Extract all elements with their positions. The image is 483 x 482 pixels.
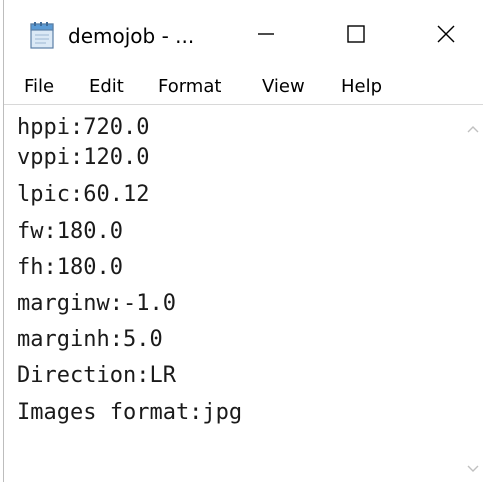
maximize-button[interactable] — [334, 14, 378, 58]
title-bar[interactable]: demojob - ... — [4, 0, 483, 70]
scroll-down-arrow-icon[interactable] — [467, 459, 479, 472]
menu-edit[interactable]: Edit — [89, 70, 124, 104]
close-icon — [436, 24, 456, 48]
scroll-up-arrow-icon[interactable] — [467, 119, 479, 133]
editor-line-marginh: marginh:5.0 — [17, 327, 163, 352]
text-editor[interactable]: hppi:720.0 vppi:120.0 lpic:60.12 fw:180.… — [4, 104, 463, 482]
menu-bar: File Edit Format View Help — [4, 70, 483, 104]
editor-line-lpic: lpic:60.12 — [17, 182, 150, 207]
editor-line-hppi: hppi:720.0 — [17, 115, 150, 140]
editor-line-direction: Direction:LR — [17, 363, 176, 388]
vertical-scrollbar[interactable] — [463, 104, 483, 482]
menu-help[interactable]: Help — [341, 70, 382, 104]
menu-format[interactable]: Format — [158, 70, 221, 104]
menu-file[interactable]: File — [24, 70, 54, 104]
editor-line-vppi: vppi:120.0 — [17, 145, 150, 170]
editor-line-images-format: Images format:jpg — [17, 400, 243, 425]
notepad-window: demojob - ... File Edit Format View Help… — [0, 0, 483, 482]
window-title: demojob - ... — [68, 24, 195, 48]
minimize-button[interactable] — [244, 14, 288, 58]
editor-line-fh: fh:180.0 — [17, 255, 123, 280]
close-button[interactable] — [424, 14, 468, 58]
notepad-icon — [30, 21, 56, 49]
menu-view[interactable]: View — [262, 70, 305, 104]
editor-line-marginw: marginw:-1.0 — [17, 291, 176, 316]
minimize-icon — [256, 24, 276, 48]
editor-line-fw: fw:180.0 — [17, 219, 123, 244]
maximize-icon — [346, 24, 366, 48]
